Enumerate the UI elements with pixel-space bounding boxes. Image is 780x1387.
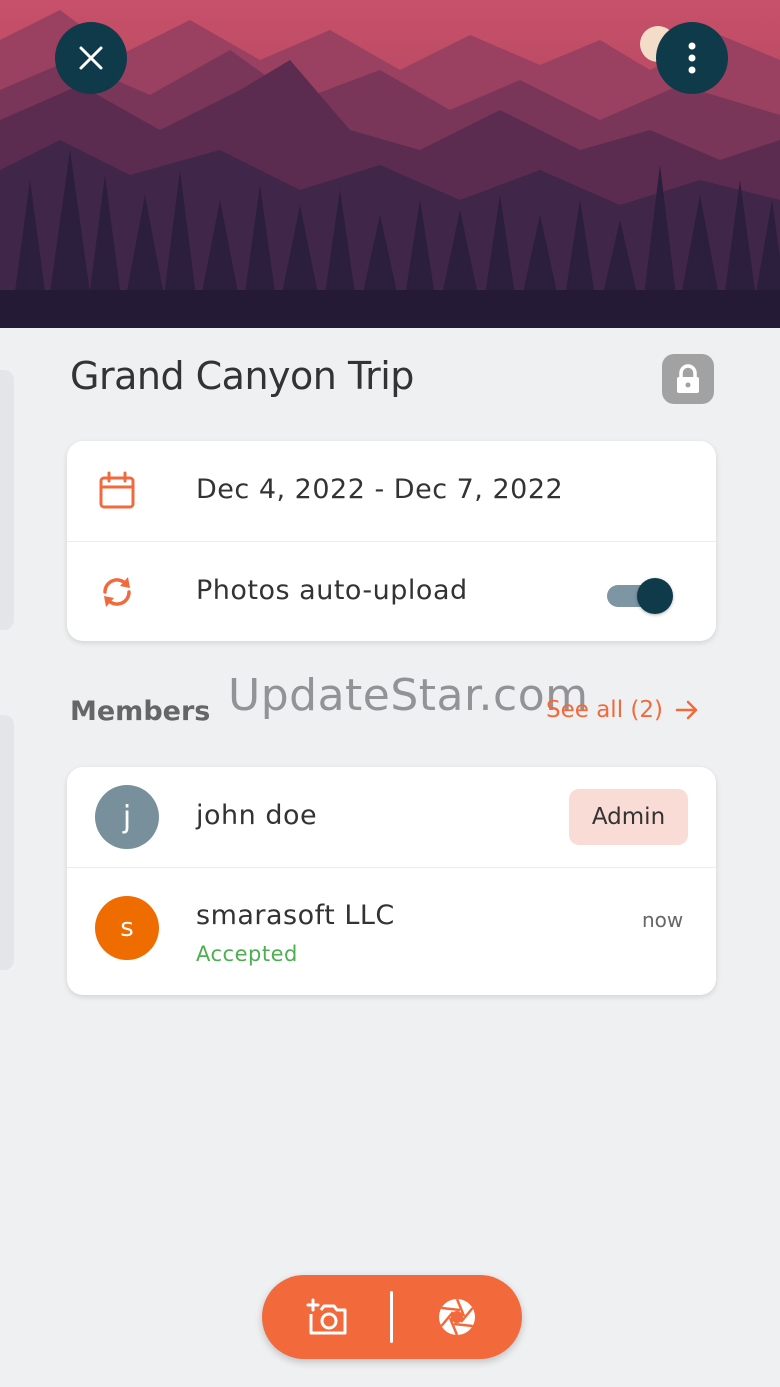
lock-button[interactable] [662,354,714,404]
auto-upload-label: Photos auto-upload [196,575,468,606]
add-photo-button[interactable] [262,1275,391,1359]
date-range: Dec 4, 2022 - Dec 7, 2022 [196,474,564,505]
see-all-link[interactable]: See all (2) [546,697,699,723]
auto-upload-toggle[interactable] [605,576,673,614]
member-name: john doe [196,800,318,831]
see-all-label: See all (2) [546,697,663,723]
camera-action-bar [262,1275,522,1359]
camera-shutter-icon [438,1298,475,1336]
sync-icon [95,570,139,614]
member-status: Accepted [196,942,298,966]
toggle-knob [637,578,673,614]
watermark: UpdateStar.com [228,670,589,721]
trip-title: Grand Canyon Trip [70,354,414,398]
side-edge [0,715,14,970]
arrow-right-icon [675,700,698,720]
more-options-button[interactable] [656,22,728,94]
members-label: Members [70,696,211,727]
member-time: now [642,908,684,932]
member-row[interactable]: s smarasoft LLC Accepted now [67,868,716,995]
member-row[interactable]: j john doe Admin [67,767,716,867]
trip-info-card: Dec 4, 2022 - Dec 7, 2022 Photos auto-up… [67,441,716,641]
date-row[interactable]: Dec 4, 2022 - Dec 7, 2022 [67,441,716,541]
add-photo-icon [306,1298,346,1335]
more-vertical-icon [688,42,696,74]
members-card: j john doe Admin s smarasoft LLC Accepte… [67,767,716,995]
member-name: smarasoft LLC [196,900,395,931]
close-button[interactable] [55,22,127,94]
avatar: j [95,785,159,849]
close-icon [79,46,103,70]
avatar: s [95,896,159,960]
lock-icon [677,364,699,393]
calendar-icon [95,469,139,513]
admin-badge: Admin [569,789,688,845]
auto-upload-row: Photos auto-upload [67,542,716,641]
take-photo-button[interactable] [392,1275,521,1359]
side-edge [0,370,14,630]
